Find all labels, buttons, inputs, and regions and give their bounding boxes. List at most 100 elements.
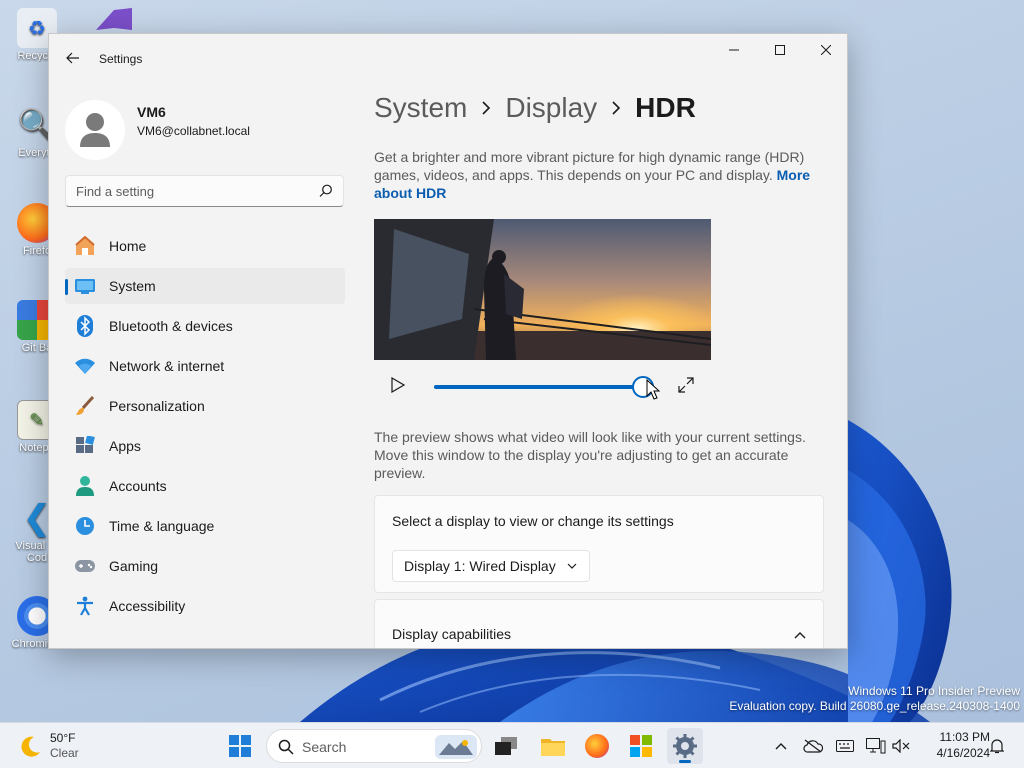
select-display-card: Select a display to view or change its s… bbox=[374, 495, 824, 593]
system-icon bbox=[73, 274, 97, 298]
sidebar-item-label: Apps bbox=[109, 438, 141, 454]
hdr-preview-video[interactable] bbox=[374, 219, 711, 360]
sidebar-item-label: Time & language bbox=[109, 518, 215, 534]
sidebar-item-label: Home bbox=[109, 238, 147, 254]
display-dropdown[interactable]: Display 1: Wired Display bbox=[392, 550, 590, 582]
hdr-content-pane: System Display HDR Get a brighter and mo… bbox=[374, 82, 847, 648]
avatar bbox=[65, 100, 125, 160]
weather-widget[interactable]: 50°F Clear bbox=[16, 729, 106, 763]
play-button[interactable] bbox=[386, 373, 410, 397]
display-capabilities-card[interactable]: Display capabilities bbox=[374, 599, 824, 648]
chevron-right-icon bbox=[611, 101, 621, 115]
keyboard-tray[interactable] bbox=[834, 735, 856, 757]
sidebar-item-network[interactable]: Network & internet bbox=[65, 348, 345, 384]
sidebar-item-system[interactable]: System bbox=[65, 268, 345, 304]
settings-search-box[interactable] bbox=[65, 175, 344, 207]
search-icon[interactable] bbox=[319, 184, 333, 198]
sidebar-item-apps[interactable]: Apps bbox=[65, 428, 345, 464]
clock-globe-icon bbox=[73, 514, 97, 538]
search-icon bbox=[278, 739, 294, 755]
chevron-up-icon bbox=[775, 743, 787, 750]
preview-note: The preview shows what video will look l… bbox=[374, 429, 806, 481]
expand-icon bbox=[678, 377, 694, 393]
display-capabilities-label: Display capabilities bbox=[392, 626, 512, 642]
play-icon bbox=[391, 377, 405, 393]
maximize-button[interactable] bbox=[757, 34, 803, 66]
taskbar-store[interactable] bbox=[623, 728, 659, 764]
watermark-line-2: Evaluation copy. Build 26080.ge_release.… bbox=[729, 699, 1020, 713]
system-clock[interactable]: 11:03 PM 4/16/2024 bbox=[918, 729, 990, 761]
slider-fill bbox=[434, 385, 643, 389]
maximize-icon bbox=[775, 45, 785, 55]
breadcrumb-hdr: HDR bbox=[635, 92, 696, 123]
taskbar-task-view[interactable] bbox=[488, 728, 524, 764]
sidebar-item-label: Personalization bbox=[109, 398, 205, 414]
speaker-muted-icon bbox=[892, 739, 910, 753]
sidebar-item-home[interactable]: Home bbox=[65, 228, 345, 264]
minimize-button[interactable] bbox=[711, 34, 757, 66]
breadcrumb-display[interactable]: Display bbox=[505, 92, 597, 124]
visual-studio-icon[interactable] bbox=[92, 4, 142, 34]
keyboard-icon bbox=[836, 740, 854, 752]
user-profile[interactable]: VM6 VM6@collabnet.local bbox=[65, 94, 345, 160]
hdr-description-text: Get a brighter and more vibrant picture … bbox=[374, 149, 805, 183]
sidebar-item-accounts[interactable]: Accounts bbox=[65, 468, 345, 504]
search-highlight-icon bbox=[435, 735, 477, 759]
back-arrow-icon bbox=[66, 52, 79, 64]
sidebar-item-accessibility[interactable]: Accessibility bbox=[65, 588, 345, 624]
sidebar-item-bluetooth[interactable]: Bluetooth & devices bbox=[65, 308, 345, 344]
folder-icon bbox=[541, 739, 565, 756]
evaluation-watermark: Windows 11 Pro Insider Preview Evaluatio… bbox=[729, 684, 1020, 714]
onedrive-tray[interactable] bbox=[802, 735, 824, 757]
home-icon bbox=[73, 234, 97, 258]
sidebar-item-time-language[interactable]: Time & language bbox=[65, 508, 345, 544]
select-display-label: Select a display to view or change its s… bbox=[392, 513, 674, 529]
profile-name: VM6 bbox=[137, 104, 166, 120]
fullscreen-button[interactable] bbox=[674, 373, 698, 397]
moon-icon bbox=[21, 736, 40, 757]
notifications-button[interactable] bbox=[986, 735, 1008, 757]
title-bar[interactable]: Settings bbox=[49, 34, 847, 82]
bell-icon bbox=[990, 739, 1004, 754]
profile-email: VM6@collabnet.local bbox=[137, 124, 250, 138]
settings-search-input[interactable] bbox=[66, 176, 306, 206]
accessibility-icon bbox=[73, 594, 97, 618]
show-hidden-icons-button[interactable] bbox=[770, 735, 792, 757]
sidebar-item-label: Bluetooth & devices bbox=[109, 318, 233, 334]
taskbar-search[interactable]: Search bbox=[266, 729, 482, 763]
start-button[interactable] bbox=[222, 728, 258, 764]
close-button[interactable] bbox=[803, 34, 847, 66]
windows-app-icon bbox=[630, 735, 652, 757]
taskbar-firefox[interactable] bbox=[579, 728, 615, 764]
hdr-description: Get a brighter and more vibrant picture … bbox=[374, 148, 819, 202]
taskbar-settings[interactable] bbox=[667, 728, 703, 764]
clock-time: 11:03 PM bbox=[939, 730, 990, 744]
network-icon bbox=[73, 354, 97, 378]
accounts-icon bbox=[73, 474, 97, 498]
weather-temperature: 50°F bbox=[50, 731, 76, 745]
settings-window: Settings VM6 VM6@collabnet.local Find a … bbox=[48, 33, 848, 649]
collapse-button[interactable] bbox=[787, 622, 813, 648]
windows-logo-icon bbox=[229, 735, 251, 757]
bluetooth-icon bbox=[73, 314, 97, 338]
taskbar-file-explorer[interactable] bbox=[535, 728, 571, 764]
visual-studio-glyph bbox=[96, 8, 132, 30]
back-button[interactable] bbox=[59, 46, 87, 70]
network-tray[interactable] bbox=[865, 735, 887, 757]
sidebar-item-personalization[interactable]: Personalization bbox=[65, 388, 345, 424]
video-progress-slider[interactable] bbox=[434, 376, 654, 398]
watermark-line-1: Windows 11 Pro Insider Preview bbox=[848, 684, 1020, 698]
sidebar-item-gaming[interactable]: Gaming bbox=[65, 548, 345, 584]
breadcrumb: System Display HDR bbox=[374, 92, 696, 124]
taskbar: 50°F Clear Search 11:03 PM 4/16/2024 bbox=[0, 722, 1024, 768]
chevron-down-icon bbox=[567, 563, 577, 569]
gear-icon bbox=[673, 734, 697, 758]
network-monitor-icon bbox=[866, 738, 886, 754]
volume-tray[interactable] bbox=[890, 735, 912, 757]
sidebar-item-label: System bbox=[109, 278, 156, 294]
brush-icon bbox=[73, 394, 97, 418]
breadcrumb-system[interactable]: System bbox=[374, 92, 467, 124]
weather-condition: Clear bbox=[50, 746, 79, 760]
sidebar-item-label: Accessibility bbox=[109, 598, 186, 614]
chevron-right-icon bbox=[481, 101, 491, 115]
